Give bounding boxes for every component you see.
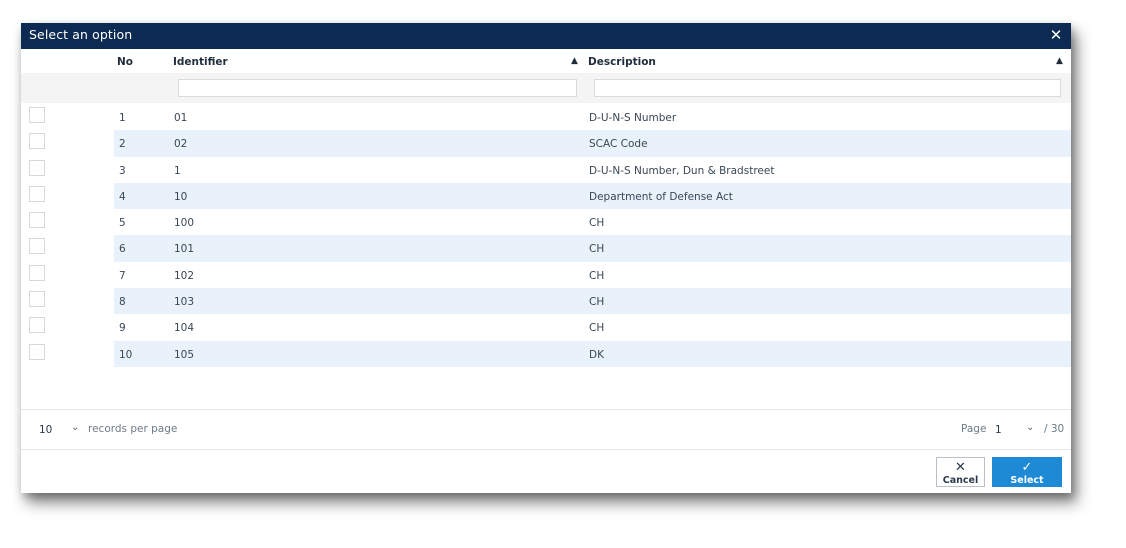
row-checkbox[interactable] <box>29 317 45 334</box>
row-checkbox[interactable] <box>29 159 45 176</box>
cell-identifier: 01 <box>174 112 188 124</box>
table-row[interactable]: 7 102 CH <box>21 261 1071 289</box>
cell-description: D-U-N-S Number, Dun & Bradstreet <box>589 164 775 177</box>
cell-description: SCAC Code <box>589 138 648 151</box>
dialog-title: Select an option <box>29 27 133 42</box>
cell-identifier: 104 <box>174 322 195 335</box>
cancel-button-label: Cancel <box>942 475 979 486</box>
table-body: 1 01 D-U-N-S Number 2 02 SCAC Code 3 1 D-U-N-S N… <box>21 104 1071 367</box>
row-checkbox[interactable] <box>29 133 45 150</box>
divider <box>21 449 1071 450</box>
row-checkbox[interactable] <box>29 107 45 123</box>
cell-description: CH <box>589 243 605 256</box>
cell-no: 7 <box>119 269 126 282</box>
sort-icon[interactable]: ▲︎ <box>1056 56 1063 66</box>
cell-description: Department of Defense Act <box>589 190 733 203</box>
records-per-page-select[interactable]: 10 <box>39 424 52 436</box>
row-checkbox[interactable] <box>29 212 45 229</box>
row-checkbox[interactable] <box>29 238 45 255</box>
description-filter-input[interactable] <box>594 79 1061 97</box>
close-icon: ✕ <box>955 460 966 475</box>
cell-identifier: 100 <box>174 217 195 230</box>
cell-identifier: 1 <box>174 164 181 177</box>
chevron-down-icon[interactable]: ⌄ <box>1026 422 1034 433</box>
filter-row <box>21 73 1071 103</box>
column-header-description[interactable]: Description <box>588 56 656 68</box>
table-row[interactable]: 3 1 D-U-N-S Number, Dun & Bradstreet <box>21 156 1071 183</box>
table-row[interactable]: 2 02 SCAC Code <box>21 130 1071 157</box>
cell-identifier: 105 <box>174 348 195 361</box>
sort-icon[interactable]: ▲︎ <box>571 56 578 66</box>
cell-no: 9 <box>119 322 126 335</box>
dialog-titlebar: Select an option ✕ <box>21 23 1071 49</box>
table-row[interactable]: 10 105 DK <box>21 340 1071 367</box>
cell-no: 10 <box>119 348 133 361</box>
row-checkbox[interactable] <box>29 343 45 360</box>
cell-identifier: 10 <box>174 190 188 203</box>
cell-description: D-U-N-S Number <box>589 112 677 124</box>
cell-description: DK <box>589 348 604 361</box>
cell-description: CH <box>589 269 605 282</box>
cell-description: CH <box>589 322 605 335</box>
table-row[interactable]: 5 100 CH <box>21 209 1071 236</box>
table-row[interactable]: 1 01 D-U-N-S Number <box>21 104 1071 131</box>
cell-no: 4 <box>119 190 126 203</box>
table-row[interactable]: 6 101 CH <box>21 235 1071 262</box>
table-row[interactable]: 4 10 Department of Defense Act <box>21 182 1071 210</box>
identifier-filter-input[interactable] <box>178 79 577 97</box>
column-header-identifier[interactable]: Identifier <box>173 56 228 68</box>
table-header: No Identifier ▲︎ Description ▲︎ <box>21 49 1071 73</box>
cancel-button[interactable]: ✕ Cancel <box>936 457 985 487</box>
cell-description: CH <box>589 217 605 230</box>
cell-identifier: 101 <box>174 243 195 256</box>
select-option-dialog: Select an option ✕ No Identifier ▲︎ Desc… <box>21 23 1071 493</box>
row-checkbox[interactable] <box>29 291 45 308</box>
row-checkbox[interactable] <box>29 264 45 281</box>
close-icon[interactable]: ✕ <box>1049 28 1063 43</box>
select-button[interactable]: ✓ Select <box>992 457 1062 487</box>
cell-identifier: 02 <box>174 138 188 151</box>
cell-identifier: 102 <box>174 269 195 282</box>
column-header-no[interactable]: No <box>117 56 133 68</box>
cell-no: 2 <box>119 138 126 151</box>
cell-no: 8 <box>119 296 126 309</box>
total-pages: / 30 <box>1044 423 1065 435</box>
checkmark-icon: ✓ <box>1021 460 1033 475</box>
cell-no: 6 <box>119 243 126 256</box>
page-select[interactable]: 1 <box>995 424 1002 436</box>
row-checkbox[interactable] <box>29 185 45 202</box>
records-per-page-label: records per page <box>88 423 178 435</box>
cell-no: 3 <box>119 164 126 177</box>
pagination-bar: 10 ⌄ records per page Page 1 ⌄ / 30 <box>21 410 1071 449</box>
cell-description: CH <box>589 296 605 309</box>
table-row[interactable]: 9 104 CH <box>21 314 1071 341</box>
cell-no: 1 <box>119 112 126 124</box>
cell-identifier: 103 <box>174 296 195 309</box>
chevron-down-icon[interactable]: ⌄ <box>71 422 79 433</box>
cell-no: 5 <box>119 217 126 230</box>
page-label: Page <box>961 423 987 435</box>
select-button-label: Select <box>1010 475 1044 486</box>
table-row[interactable]: 8 103 CH <box>21 288 1071 315</box>
